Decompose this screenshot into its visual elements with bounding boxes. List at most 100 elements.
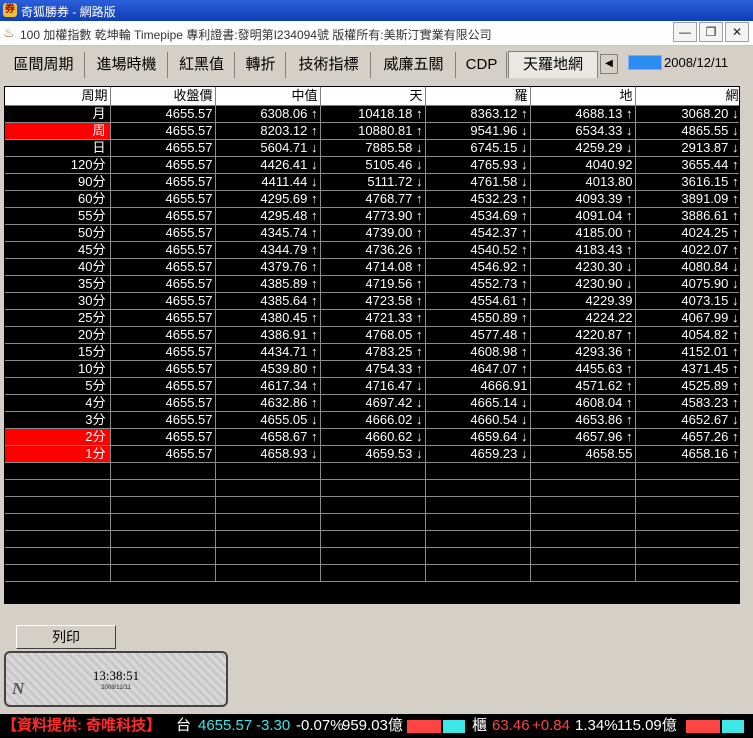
table-row[interactable]: 40分 4655.57 4379.76 ↑ 4714.08 ↑ 4546.92 ↑ 423… — [5, 258, 739, 276]
app-icon: 券 — [3, 3, 17, 17]
column-header-luo[interactable]: 羅 — [425, 87, 531, 106]
luo-cell: 4761.58 ↓ — [425, 173, 531, 191]
period-cell: 55分 — [5, 207, 111, 225]
close-cell: 4655.57 — [110, 190, 216, 208]
empty-cell — [635, 479, 739, 497]
wang-cell: 4080.84 ↓ — [635, 258, 739, 276]
tab-technical[interactable]: 技術指標 — [287, 52, 371, 78]
twse-index: 4655.57 — [198, 717, 253, 734]
luo-cell: 4540.52 ↑ — [425, 241, 531, 259]
empty-cell — [425, 462, 531, 480]
di-cell: 4224.22 — [530, 309, 636, 327]
mid-cell: 4658.67 ↑ — [215, 428, 321, 446]
table-row[interactable]: 120分 4655.57 4426.41 ↓ 5105.46 ↓ 4765.93 ↓ 40… — [5, 156, 739, 174]
di-cell: 4571.62 ↑ — [530, 377, 636, 395]
close-cell: 4655.57 — [110, 105, 216, 123]
table-row[interactable]: 10分 4655.57 4539.80 ↑ 4754.33 ↑ 4647.07 ↑ 445… — [5, 360, 739, 378]
wang-cell: 4152.01 ↑ — [635, 343, 739, 361]
table-row[interactable]: 25分 4655.57 4380.45 ↑ 4721.33 ↑ 4550.89 ↑ 422… — [5, 309, 739, 327]
empty-row — [5, 496, 739, 514]
restore-button[interactable]: ❐ — [699, 22, 723, 42]
twse-volume: 959.03億 — [342, 717, 403, 734]
otc-label: 櫃 — [472, 717, 488, 734]
tab-entry-timing[interactable]: 進場時機 — [86, 52, 168, 78]
empty-cell — [5, 496, 111, 514]
table-row[interactable]: 月 4655.57 6308.06 ↑ 10418.18 ↑ 8363.12 ↑ 4688… — [5, 105, 739, 123]
table-row[interactable]: 2分 4655.57 4658.67 ↑ 4660.62 ↓ 4659.64 ↓ 4657… — [5, 428, 739, 446]
table-row[interactable]: 周 4655.57 8203.12 ↑ 10880.81 ↑ 9541.96 ↓ 6534… — [5, 122, 739, 140]
close-button[interactable]: ✕ — [725, 22, 749, 42]
empty-cell — [215, 462, 321, 480]
empty-cell — [425, 530, 531, 548]
period-cell: 50分 — [5, 224, 111, 242]
empty-cell — [5, 530, 111, 548]
empty-cell — [320, 530, 426, 548]
tab-red-black[interactable]: 紅黑值 — [169, 52, 235, 78]
date-picker-swatch[interactable] — [628, 55, 662, 70]
empty-cell — [110, 496, 216, 514]
empty-cell — [215, 530, 321, 548]
table-row[interactable]: 1分 4655.57 4658.93 ↓ 4659.53 ↓ 4659.23 ↓ 4658… — [5, 445, 739, 463]
close-cell: 4655.57 — [110, 122, 216, 140]
mid-cell: 8203.12 ↑ — [215, 122, 321, 140]
di-cell: 4653.86 ↑ — [530, 411, 636, 429]
table-row[interactable]: 5分 4655.57 4617.34 ↑ 4716.47 ↓ 4666.91 4571.6… — [5, 377, 739, 395]
column-header-wang[interactable]: 網 — [635, 87, 739, 106]
tian-cell: 4783.25 ↑ — [320, 343, 426, 361]
period-cell: 15分 — [5, 343, 111, 361]
table-row[interactable]: 50分 4655.57 4345.74 ↑ 4739.00 ↑ 4542.37 ↑ 418… — [5, 224, 739, 242]
table-row[interactable]: 4分 4655.57 4632.86 ↑ 4697.42 ↓ 4665.14 ↓ 4608… — [5, 394, 739, 412]
otc-percent: 1.34% — [575, 717, 618, 734]
clock-time: 13:38:51 — [92, 668, 140, 683]
minimize-button[interactable]: — — [673, 22, 697, 42]
table-row[interactable]: 90分 4655.57 4411.44 ↓ 5111.72 ↓ 4761.58 ↓ 401… — [5, 173, 739, 191]
tab-range-period[interactable]: 區間周期 — [3, 52, 85, 78]
date-display[interactable]: 2008/12/11 — [664, 55, 728, 70]
column-header-di[interactable]: 地 — [530, 87, 636, 106]
tab-net[interactable]: 天羅地網 — [508, 51, 598, 78]
table-row[interactable]: 35分 4655.57 4385.89 ↑ 4719.56 ↑ 4552.73 ↑ 423… — [5, 275, 739, 293]
di-cell: 4013.80 — [530, 173, 636, 191]
print-button[interactable]: 列印 — [16, 625, 116, 649]
mid-cell: 4426.41 ↓ — [215, 156, 321, 174]
tab-turning[interactable]: 轉折 — [236, 52, 286, 78]
close-cell: 4655.57 — [110, 360, 216, 378]
empty-cell — [110, 547, 216, 565]
empty-cell — [110, 530, 216, 548]
table-row[interactable]: 3分 4655.57 4655.05 ↓ 4666.02 ↓ 4660.54 ↓ 4653… — [5, 411, 739, 429]
empty-cell — [530, 462, 636, 480]
column-header-period[interactable]: 周期 — [5, 87, 111, 106]
table-row[interactable]: 15分 4655.57 4434.71 ↑ 4783.25 ↑ 4608.98 ↑ 429… — [5, 343, 739, 361]
period-cell: 90分 — [5, 173, 111, 191]
tab-strip: 區間周期 進場時機 紅黑值 轉折 技術指標 威廉五關 CDP 天羅地網 ◀ 20… — [0, 51, 753, 79]
table-row[interactable]: 55分 4655.57 4295.48 ↑ 4773.90 ↑ 4534.69 ↑ 409… — [5, 207, 739, 225]
table-row[interactable]: 60分 4655.57 4295.69 ↑ 4768.77 ↑ 4532.23 ↑ 409… — [5, 190, 739, 208]
empty-cell — [5, 462, 111, 480]
column-header-close[interactable]: 收盤價 — [110, 87, 216, 106]
otc-volume: 115.09億 — [617, 717, 677, 734]
table-row[interactable]: 45分 4655.57 4344.79 ↑ 4736.26 ↑ 4540.52 ↑ 418… — [5, 241, 739, 259]
luo-cell: 4577.48 ↑ — [425, 326, 531, 344]
tab-williams[interactable]: 威廉五關 — [372, 52, 456, 78]
table-row[interactable]: 30分 4655.57 4385.64 ↑ 4723.58 ↑ 4554.61 ↑ 422… — [5, 292, 739, 310]
mid-cell: 4632.86 ↑ — [215, 394, 321, 412]
empty-cell — [425, 479, 531, 497]
di-cell: 4183.43 ↑ — [530, 241, 636, 259]
table-row[interactable]: 日 4655.57 5604.71 ↓ 7885.58 ↓ 6745.15 ↓ 4259.… — [5, 139, 739, 157]
tab-cdp[interactable]: CDP — [457, 52, 507, 78]
mid-cell: 5604.71 ↓ — [215, 139, 321, 157]
tab-scroll-left-button[interactable]: ◀ — [600, 54, 618, 74]
empty-cell — [5, 479, 111, 497]
table-row[interactable]: 20分 4655.57 4386.91 ↑ 4768.05 ↑ 4577.48 ↑ 422… — [5, 326, 739, 344]
tian-cell: 4660.62 ↓ — [320, 428, 426, 446]
empty-cell — [110, 564, 216, 582]
tian-cell: 10880.81 ↑ — [320, 122, 426, 140]
mid-cell: 4380.45 ↑ — [215, 309, 321, 327]
column-header-mid[interactable]: 中值 — [215, 87, 321, 106]
empty-cell — [110, 513, 216, 531]
di-cell: 6534.33 ↓ — [530, 122, 636, 140]
tian-cell: 4714.08 ↑ — [320, 258, 426, 276]
luo-cell: 8363.12 ↑ — [425, 105, 531, 123]
column-header-tian[interactable]: 天 — [320, 87, 426, 106]
empty-cell — [215, 479, 321, 497]
